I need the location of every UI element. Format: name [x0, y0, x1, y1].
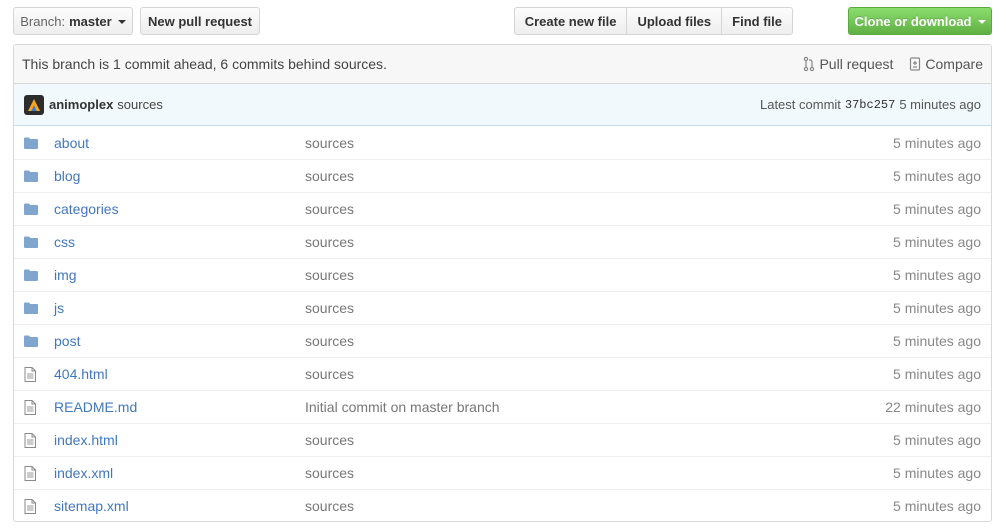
branch-infobar: This branch is 1 commit ahead, 6 commits… [14, 45, 991, 84]
file-name-link[interactable]: about [54, 135, 305, 151]
file-row: README.md Initial commit on master branch… [14, 390, 991, 423]
file-name-link[interactable]: js [54, 300, 305, 316]
file-row: about sources 5 minutes ago [14, 126, 991, 159]
file-row: index.xml sources 5 minutes ago [14, 456, 991, 489]
file-name-link[interactable]: css [54, 234, 305, 250]
git-pull-request-icon [804, 56, 815, 72]
file-row: post sources 5 minutes ago [14, 324, 991, 357]
file-name-link[interactable]: blog [54, 168, 305, 184]
commit-age: 5 minutes ago [893, 465, 981, 481]
file-row: categories sources 5 minutes ago [14, 192, 991, 225]
branch-select-button[interactable]: Branch: master [13, 7, 133, 35]
commit-message-link[interactable]: sources [305, 135, 893, 151]
commit-message-link[interactable]: sources [305, 432, 893, 448]
commit-age: 22 minutes ago [885, 399, 981, 415]
commit-message-link[interactable]: sources [305, 366, 893, 382]
file-name-link[interactable]: 404.html [54, 366, 305, 382]
file-row: blog sources 5 minutes ago [14, 159, 991, 192]
file-row: 404.html sources 5 minutes ago [14, 357, 991, 390]
commit-age: 5 minutes ago [893, 168, 981, 184]
latest-commit-bar: animoplex sources Latest commit 37bc257 … [14, 84, 991, 126]
file-actions-group: Create new file Upload files Find file [513, 7, 793, 35]
avatar[interactable] [24, 94, 44, 115]
commit-message-link[interactable]: sources [305, 234, 893, 250]
repository-content: This branch is 1 commit ahead, 6 commits… [13, 44, 992, 522]
commit-age: 5 minutes ago [893, 201, 981, 217]
commit-message-link[interactable]: sources [305, 201, 893, 217]
file-name-link[interactable]: categories [54, 201, 305, 217]
commit-age: 5 minutes ago [893, 300, 981, 316]
commit-message-link[interactable]: sources [305, 465, 893, 481]
file-icon [14, 432, 54, 448]
file-name-link[interactable]: index.html [54, 432, 305, 448]
file-name-link[interactable]: sitemap.xml [54, 498, 305, 514]
branch-prefix: Branch: [20, 13, 66, 29]
branch-status-text: This branch is 1 commit ahead, 6 commits… [22, 56, 387, 72]
latest-commit-label: Latest commit [759, 97, 841, 112]
commit-author[interactable]: animoplex [49, 97, 113, 112]
folder-icon [14, 137, 54, 149]
file-navigation-toolbar: Branch: master New pull request Create n… [0, 0, 1000, 44]
commit-age: 5 minutes ago [893, 134, 981, 151]
compare-label: Compare [925, 56, 983, 72]
find-file-button[interactable]: Find file [721, 7, 793, 35]
commit-sha[interactable]: 37bc257 [845, 98, 895, 112]
file-row: sitemap.xml sources 5 minutes ago [14, 489, 991, 521]
file-icon [14, 366, 54, 382]
commit-message-link[interactable]: sources [305, 168, 893, 184]
pull-request-link[interactable]: Pull request [803, 56, 893, 72]
commit-message-link[interactable]: Initial commit on master branch [305, 399, 885, 415]
file-name-link[interactable]: post [54, 333, 305, 349]
commit-age: 5 minutes ago [893, 234, 981, 250]
commit-message-link[interactable]: sources [305, 333, 893, 349]
commit-age: 5 minutes ago [893, 333, 981, 349]
folder-icon [14, 170, 54, 182]
commit-message-link[interactable]: sources [305, 267, 893, 283]
file-row: img sources 5 minutes ago [14, 258, 991, 291]
folder-icon [14, 236, 54, 248]
folder-icon [14, 269, 54, 281]
file-row: js sources 5 minutes ago [14, 291, 991, 324]
commit-age: 5 minutes ago [893, 498, 981, 514]
file-icon [14, 465, 54, 481]
folder-icon [14, 335, 54, 347]
create-new-file-button[interactable]: Create new file [513, 7, 628, 35]
compare-icon [910, 57, 921, 71]
commit-message-link[interactable]: sources [305, 498, 893, 514]
upload-files-button[interactable]: Upload files [626, 7, 723, 35]
file-name-link[interactable]: README.md [54, 399, 305, 415]
file-icon [14, 399, 54, 415]
commit-age: 5 minutes ago [893, 366, 981, 382]
file-name-link[interactable]: img [54, 267, 305, 283]
file-name-link[interactable]: index.xml [54, 465, 305, 481]
folder-icon [14, 302, 54, 314]
animoplex-logo-icon [28, 98, 40, 111]
branch-name: master [69, 13, 112, 29]
folder-icon [14, 203, 54, 215]
new-pull-request-button[interactable]: New pull request [140, 7, 260, 35]
commit-age: 5 minutes ago [893, 267, 981, 283]
compare-link[interactable]: Compare [909, 56, 983, 72]
pull-request-label: Pull request [819, 56, 894, 72]
file-list: about sources 5 minutes ago blog sources 5 m… [14, 126, 991, 521]
file-row: css sources 5 minutes ago [14, 225, 991, 258]
file-row: index.html sources 5 minutes ago [14, 423, 991, 456]
commit-message[interactable]: sources [117, 97, 163, 112]
commit-message-link[interactable]: sources [305, 300, 893, 316]
commit-age: 5 minutes ago [899, 97, 981, 112]
clone-or-download-label: Clone or download [854, 13, 972, 29]
clone-or-download-button[interactable]: Clone or download [848, 7, 992, 35]
commit-age: 5 minutes ago [893, 432, 981, 448]
caret-down-icon [117, 20, 126, 24]
file-icon [14, 498, 54, 514]
caret-down-icon [977, 20, 986, 24]
